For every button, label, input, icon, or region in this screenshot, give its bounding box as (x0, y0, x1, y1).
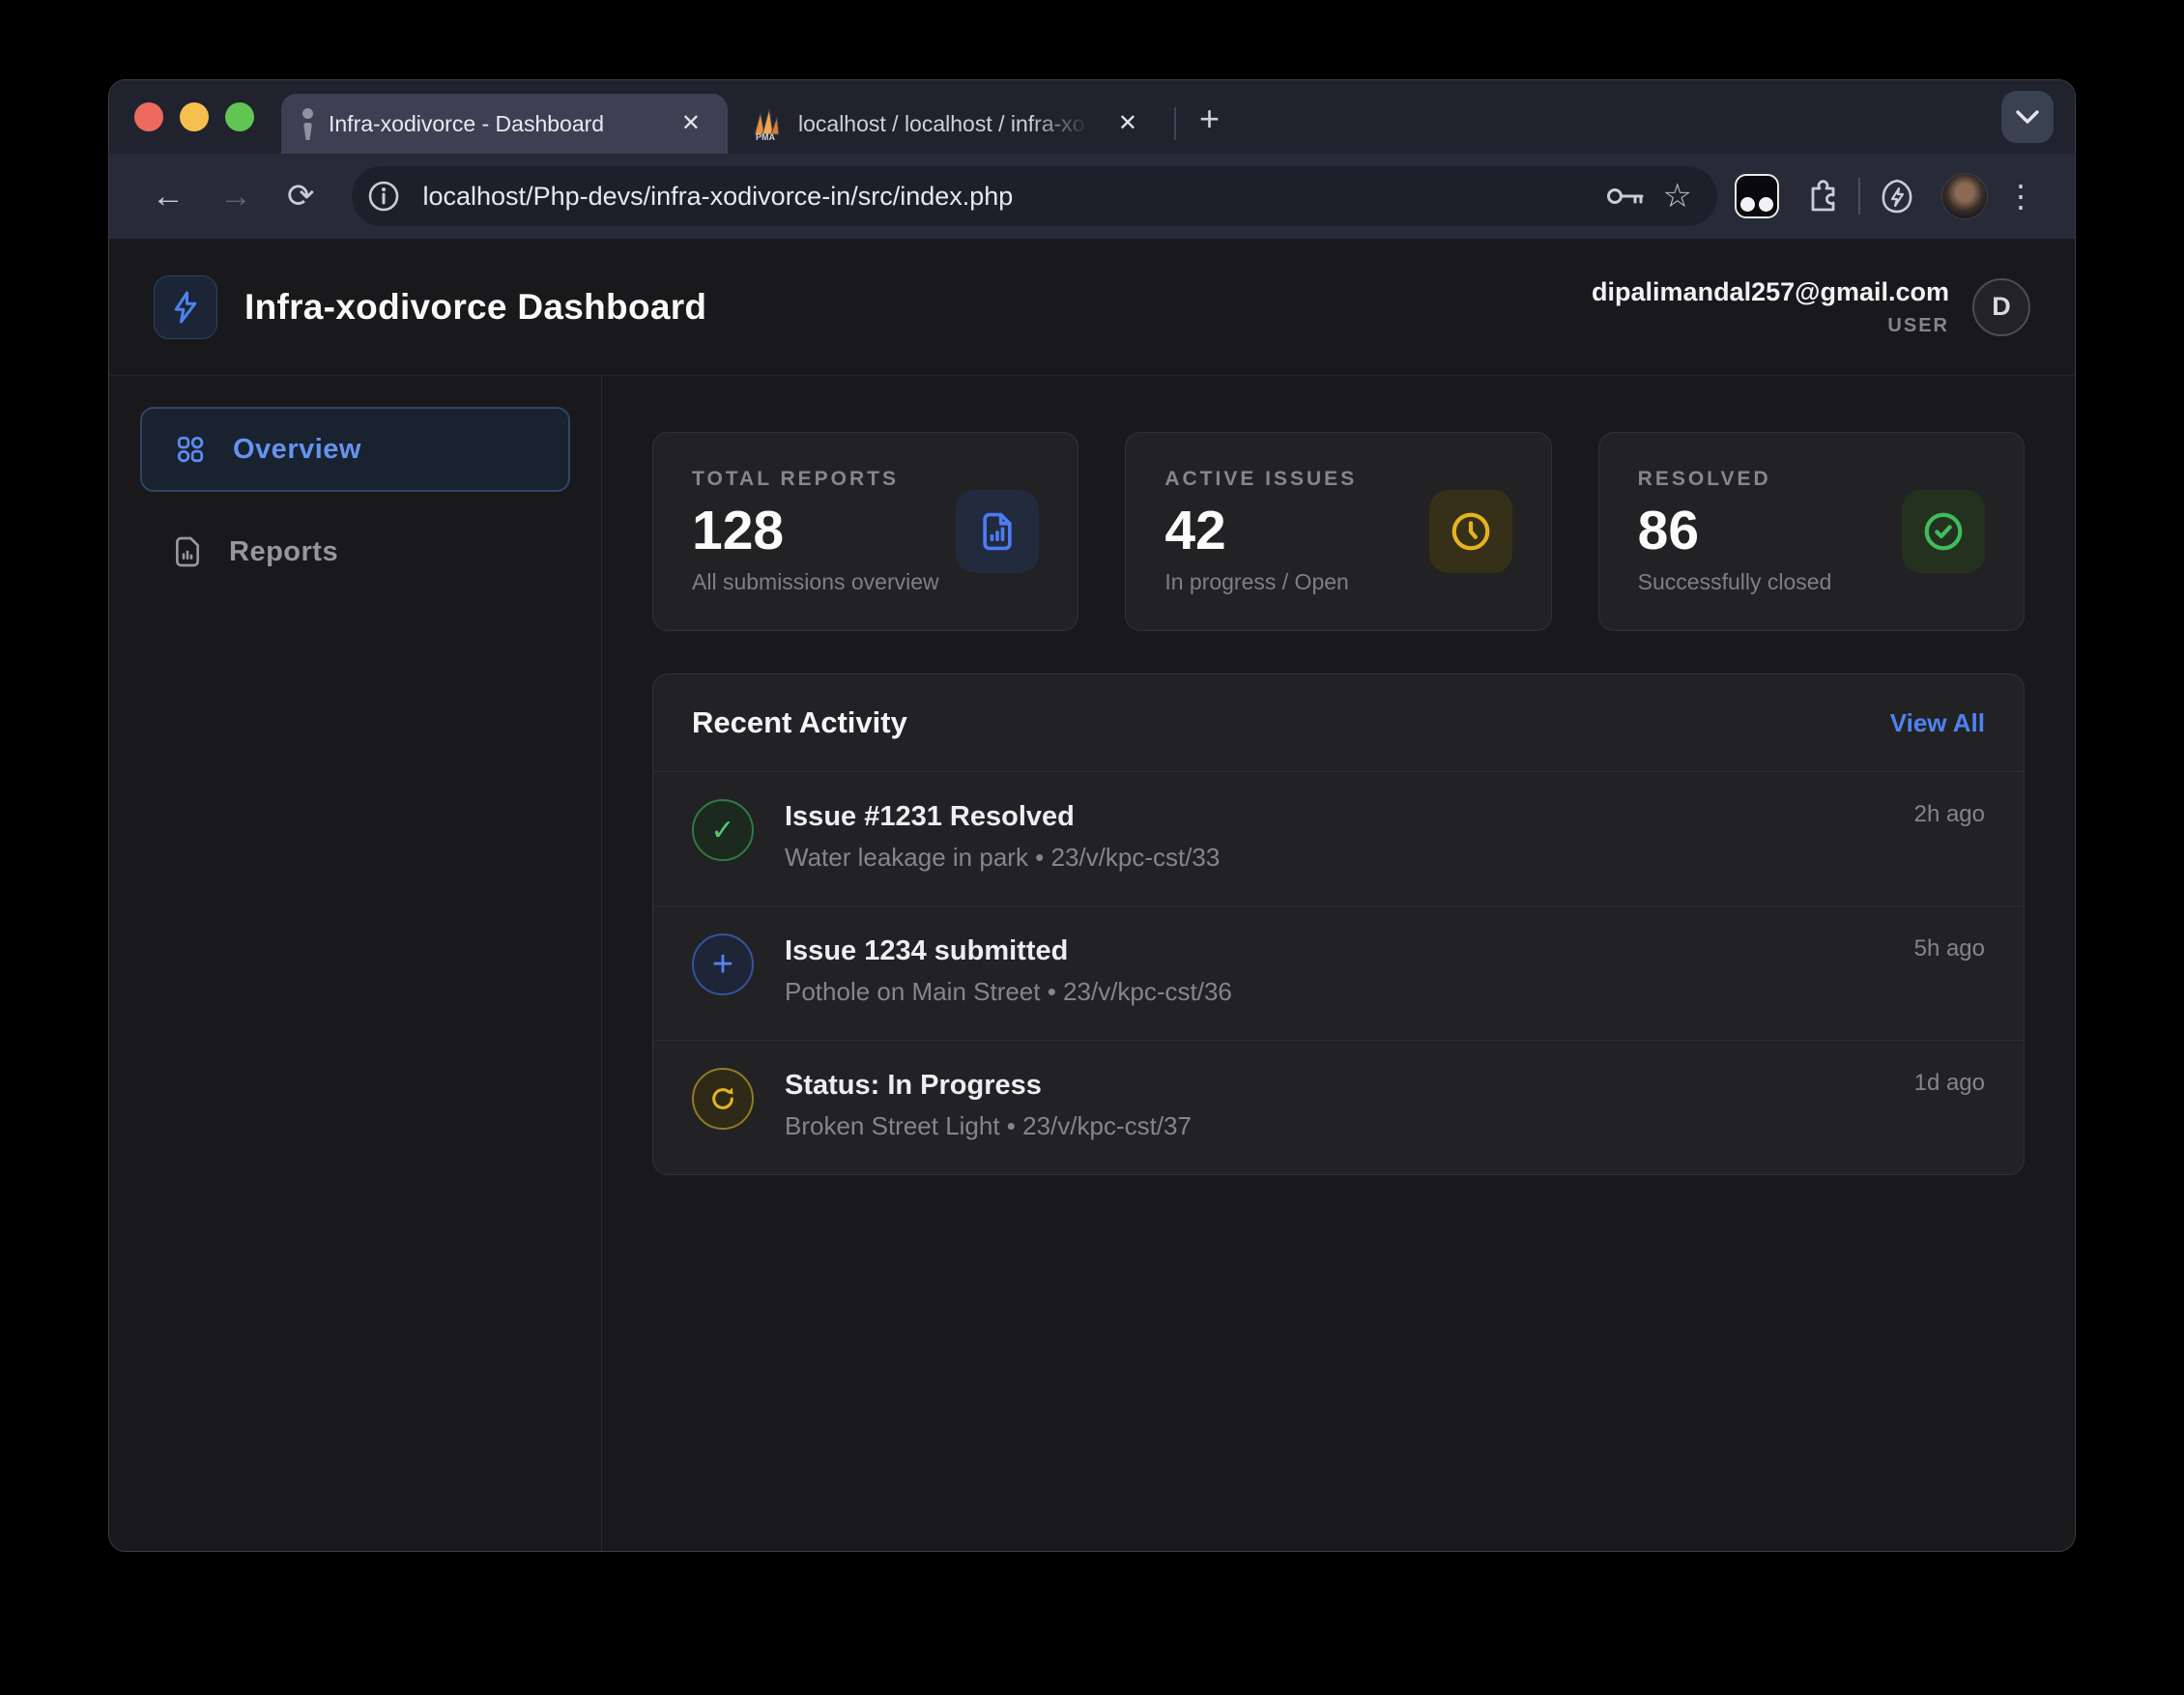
tab-dashboard[interactable]: Infra-xodivorce - Dashboard ✕ (281, 94, 728, 154)
toolbar-separator (1858, 178, 1860, 215)
back-button[interactable]: ← (138, 180, 198, 213)
traffic-lights (134, 102, 254, 131)
user-role-badge: USER (1887, 315, 1949, 337)
new-tab-button[interactable]: + (1192, 101, 1227, 136)
sidebar-item-overview[interactable]: Overview (140, 407, 570, 492)
stat-value: 42 (1164, 499, 1428, 562)
recent-activity-panel: Recent Activity View All ✓ Issue #1231 R… (652, 674, 2025, 1175)
stat-value: 86 (1638, 499, 1902, 562)
close-tab-icon[interactable]: ✕ (1110, 108, 1145, 139)
sidebar-item-label: Reports (229, 536, 338, 568)
zoom-window-button[interactable] (225, 102, 254, 131)
sidebar-item-reports[interactable]: Reports (140, 513, 570, 590)
minimize-window-button[interactable] (180, 102, 209, 131)
close-window-button[interactable] (134, 102, 163, 131)
activity-row[interactable]: ✓ Issue #1231 Resolved Water leakage in … (653, 772, 2024, 906)
close-tab-icon[interactable]: ✕ (674, 108, 708, 139)
tab-title: localhost / localhost / infra-xo (798, 111, 1096, 137)
forward-button[interactable]: → (206, 180, 266, 213)
site-info-button[interactable] (361, 174, 406, 218)
info-pin-icon (301, 106, 314, 141)
activity-title: Status: In Progress (785, 1070, 1192, 1102)
url-text[interactable]: localhost/Php-devs/infra-xodivorce-in/sr… (423, 182, 1588, 212)
activity-timestamp: 1d ago (1914, 1070, 1985, 1097)
document-chart-icon (976, 510, 1019, 553)
check-icon: ✓ (692, 799, 754, 861)
browser-window: Infra-xodivorce - Dashboard ✕ PMA localh… (108, 79, 2076, 1552)
tab-search-chevron-button[interactable] (2001, 91, 2054, 143)
app-header: Infra-xodivorce Dashboard dipalimandal25… (109, 239, 2075, 376)
plus-icon: + (692, 934, 754, 995)
activity-subtitle: Pothole on Main Street • 23/v/kpc-cst/36 (785, 977, 1232, 1007)
adblocker-extension-icon[interactable] (1735, 174, 1779, 218)
tab-strip: Infra-xodivorce - Dashboard ✕ PMA localh… (109, 80, 2075, 154)
browser-profile-avatar[interactable] (1941, 173, 1988, 219)
energy-saver-leaf-icon[interactable] (1878, 177, 1916, 215)
extensions-puzzle-icon[interactable] (1804, 178, 1841, 215)
tab-phpmyadmin[interactable]: PMA localhost / localhost / infra-xo ✕ (728, 94, 1164, 154)
stat-icon-chip (1429, 490, 1512, 573)
user-email: dipalimandal257@gmail.com (1592, 277, 1949, 307)
stat-cards: TOTAL REPORTS 128 All submissions overvi… (652, 432, 2025, 631)
report-document-icon (173, 536, 202, 567)
stat-icon-chip (956, 490, 1039, 573)
lightning-bolt-icon (168, 290, 203, 325)
stat-value: 128 (692, 499, 956, 562)
activity-title: Issue #1231 Resolved (785, 801, 1220, 833)
browser-toolbar: ← → ⟳ localhost/Php-devs/infra-xodivorce… (109, 154, 2075, 239)
clock-icon (1449, 509, 1493, 554)
phpmyadmin-icon: PMA (747, 105, 784, 142)
stat-card-resolved: RESOLVED 86 Successfully closed (1598, 432, 2025, 631)
tab-title: Infra-xodivorce - Dashboard (329, 111, 659, 137)
activity-title: Issue 1234 submitted (785, 935, 1232, 967)
stat-subtitle: All submissions overview (692, 569, 956, 595)
refresh-icon (692, 1068, 754, 1130)
activity-timestamp: 2h ago (1914, 801, 1985, 828)
stat-card-total-reports: TOTAL REPORTS 128 All submissions overvi… (652, 432, 1078, 631)
sidebar-item-label: Overview (233, 434, 361, 466)
browser-menu-button[interactable]: ⋮ (1996, 178, 2046, 215)
info-icon (366, 179, 401, 214)
password-key-icon[interactable] (1605, 182, 1646, 211)
app-logo (154, 275, 217, 339)
sidebar: Overview Reports (109, 376, 602, 1551)
activity-subtitle: Water leakage in park • 23/v/kpc-cst/33 (785, 843, 1220, 873)
svg-text:PMA: PMA (756, 132, 776, 142)
address-bar[interactable]: localhost/Php-devs/infra-xodivorce-in/sr… (352, 166, 1718, 226)
page-title: Infra-xodivorce Dashboard (244, 287, 706, 328)
stat-subtitle: In progress / Open (1164, 569, 1428, 595)
activity-subtitle: Broken Street Light • 23/v/kpc-cst/37 (785, 1111, 1192, 1141)
stat-label: RESOLVED (1638, 468, 1902, 491)
page-content: Infra-xodivorce Dashboard dipalimandal25… (109, 239, 2075, 1551)
user-avatar[interactable]: D (1972, 278, 2030, 336)
grid-icon (175, 434, 206, 465)
reload-button[interactable]: ⟳ (273, 180, 329, 213)
stat-subtitle: Successfully closed (1638, 569, 1902, 595)
activity-timestamp: 5h ago (1914, 935, 1985, 962)
panel-title: Recent Activity (692, 705, 907, 740)
stat-label: ACTIVE ISSUES (1164, 468, 1428, 491)
stat-icon-chip (1902, 490, 1985, 573)
bookmark-star-icon[interactable]: ☆ (1663, 177, 1692, 215)
check-circle-icon (1921, 509, 1966, 554)
main-content: TOTAL REPORTS 128 All submissions overvi… (602, 376, 2075, 1551)
stat-label: TOTAL REPORTS (692, 468, 956, 491)
stat-card-active-issues: ACTIVE ISSUES 42 In progress / Open (1125, 432, 1551, 631)
activity-row[interactable]: + Issue 1234 submitted Pothole on Main S… (653, 906, 2024, 1041)
activity-row[interactable]: Status: In Progress Broken Street Light … (653, 1041, 2024, 1174)
chevron-down-icon (2015, 109, 2040, 125)
tab-separator (1174, 107, 1176, 140)
view-all-link[interactable]: View All (1890, 708, 1985, 738)
